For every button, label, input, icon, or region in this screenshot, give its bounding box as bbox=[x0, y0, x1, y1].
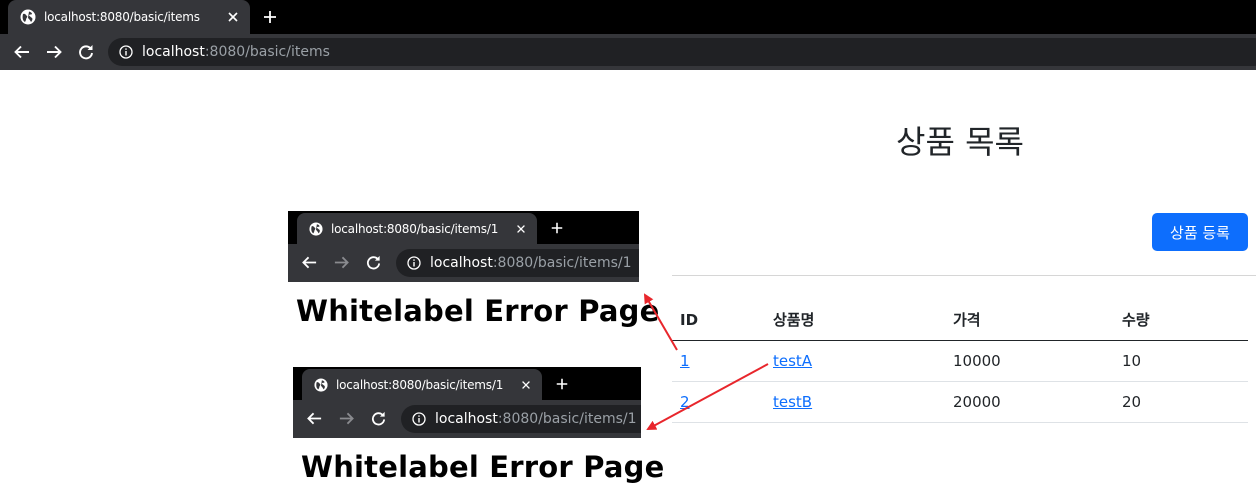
mini-browser-tab: localhost:8080/basic/items/1 bbox=[302, 369, 542, 400]
mini-address-bar: localhost:8080/basic/items/1 bbox=[401, 405, 641, 433]
globe-icon bbox=[309, 221, 323, 236]
mini-tab-title: localhost:8080/basic/items/1 bbox=[336, 377, 504, 392]
tab-strip: localhost:8080/basic/items bbox=[0, 0, 1256, 34]
reload-icon bbox=[367, 255, 381, 270]
browser-tab[interactable]: localhost:8080/basic/items bbox=[8, 0, 250, 34]
column-header-price: 가격 bbox=[945, 300, 1114, 341]
column-header-quantity: 수량 bbox=[1114, 300, 1248, 341]
new-tab-icon bbox=[556, 378, 568, 390]
cell-quantity: 20 bbox=[1114, 381, 1248, 423]
close-icon[interactable] bbox=[226, 10, 240, 24]
mini-tab-title: localhost:8080/basic/items/1 bbox=[331, 221, 499, 236]
item-id-link[interactable]: 1 bbox=[680, 352, 690, 370]
page-title: 상품 목록 bbox=[896, 123, 1024, 161]
url-host: localhost bbox=[142, 44, 205, 60]
url-host: localhost bbox=[435, 411, 498, 427]
table-row: 2 testB 20000 20 bbox=[672, 381, 1248, 423]
close-icon bbox=[517, 225, 525, 233]
mini-address-bar: localhost:8080/basic/items/1 bbox=[396, 249, 639, 277]
add-item-button[interactable]: 상품 등록 bbox=[1152, 213, 1248, 251]
mini-url-text: localhost:8080/basic/items/1 bbox=[435, 411, 637, 427]
info-icon[interactable] bbox=[119, 45, 133, 59]
forward-arrow-icon[interactable] bbox=[45, 43, 63, 61]
item-name-link[interactable]: testA bbox=[773, 352, 812, 370]
error-page-title: Whitelabel Error Page bbox=[301, 450, 665, 484]
table-row: 1 testA 10000 10 bbox=[672, 340, 1248, 382]
cell-quantity: 10 bbox=[1114, 340, 1248, 382]
cell-name: testB bbox=[765, 381, 945, 423]
address-bar[interactable]: localhost:8080/basic/items bbox=[108, 38, 1256, 66]
url-host: localhost bbox=[430, 255, 493, 271]
item-name-link[interactable]: testB bbox=[773, 393, 812, 411]
tab-title: localhost:8080/basic/items bbox=[44, 10, 200, 24]
error-page-title: Whitelabel Error Page bbox=[296, 294, 660, 328]
table-header-row: ID 상품명 가격 수량 bbox=[672, 300, 1248, 341]
info-icon bbox=[412, 412, 426, 426]
back-arrow-icon bbox=[307, 412, 322, 425]
item-id-link[interactable]: 2 bbox=[680, 393, 690, 411]
back-arrow-icon bbox=[302, 256, 317, 269]
info-icon bbox=[407, 256, 421, 270]
mini-tab-strip: localhost:8080/basic/items/1 bbox=[293, 367, 641, 400]
cell-price: 10000 bbox=[945, 340, 1114, 382]
forward-arrow-icon bbox=[339, 412, 354, 425]
url-path: :8080/basic/items/1 bbox=[497, 411, 637, 427]
back-arrow-icon[interactable] bbox=[13, 43, 31, 61]
globe-icon bbox=[20, 9, 36, 25]
url-path: :8080/basic/items/1 bbox=[492, 255, 632, 271]
cell-id: 1 bbox=[672, 340, 765, 382]
url-text: localhost:8080/basic/items bbox=[142, 44, 330, 60]
close-icon bbox=[522, 381, 530, 389]
cell-id: 2 bbox=[672, 381, 765, 423]
url-path: :8080/basic/items bbox=[204, 44, 330, 60]
column-header-name: 상품명 bbox=[765, 300, 945, 341]
reload-icon bbox=[372, 411, 386, 426]
mini-url-text: localhost:8080/basic/items/1 bbox=[430, 255, 632, 271]
new-tab-icon bbox=[551, 222, 563, 234]
reload-icon[interactable] bbox=[77, 43, 95, 61]
column-header-id: ID bbox=[672, 300, 765, 341]
divider bbox=[672, 275, 1256, 276]
mini-browser-1: localhost:8080/basic/items/1 localhost:8… bbox=[288, 211, 639, 282]
globe-icon bbox=[314, 377, 328, 392]
mini-tab-strip: localhost:8080/basic/items/1 bbox=[288, 211, 639, 244]
browser-toolbar: localhost:8080/basic/items bbox=[0, 34, 1256, 70]
cell-price: 20000 bbox=[945, 381, 1114, 423]
mini-browser-tab: localhost:8080/basic/items/1 bbox=[297, 213, 537, 244]
forward-arrow-icon bbox=[334, 256, 349, 269]
new-tab-icon[interactable] bbox=[262, 9, 278, 25]
cell-name: testA bbox=[765, 340, 945, 382]
mini-browser-2: localhost:8080/basic/items/1 localhost:8… bbox=[293, 367, 641, 438]
items-table: ID 상품명 가격 수량 1 testA 10000 10 2 testB 20… bbox=[672, 300, 1248, 423]
